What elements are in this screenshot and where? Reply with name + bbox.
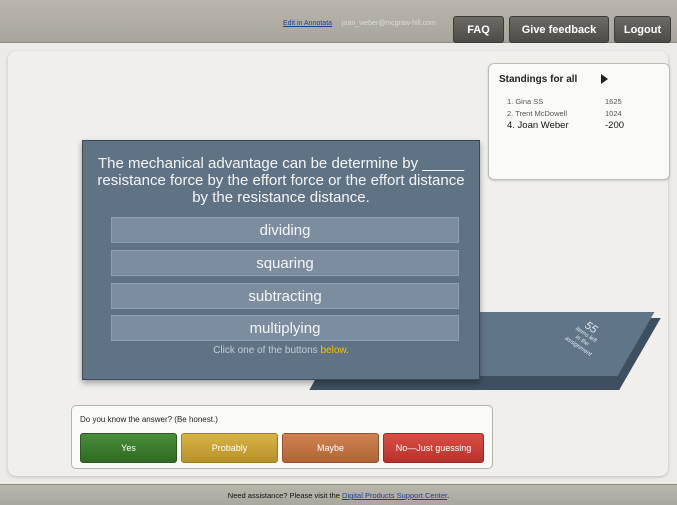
give-feedback-button[interactable]: Give feedback xyxy=(509,16,609,43)
answer-button-squaring[interactable]: squaring xyxy=(111,250,459,276)
standings-title: Standings for all xyxy=(499,74,578,85)
question-card: The mechanical advantage can be determin… xyxy=(82,140,480,380)
faq-button[interactable]: FAQ xyxy=(453,16,504,43)
instruction-text: Click one of the buttons below. xyxy=(83,345,479,356)
user-email: joan_weber@mcgraw-hill.com xyxy=(342,20,436,27)
footer-prefix: Need assistance? Please visit the xyxy=(227,491,343,500)
standings-name: 2. Trent McDowell xyxy=(507,109,568,118)
standings-score: 1625 xyxy=(605,97,622,106)
standings-name: 1. Gina SS xyxy=(507,97,544,106)
instruction-suffix: . xyxy=(346,345,349,356)
answer-button-dividing[interactable]: dividing xyxy=(111,217,459,243)
confidence-prompt: Do you know the answer? (Be honest.) xyxy=(80,415,218,424)
footer-text: Need assistance? Please visit the Digita… xyxy=(0,491,677,500)
top-bar: Edit in Annotata joan_weber@mcgraw-hill.… xyxy=(0,0,677,43)
logout-button[interactable]: Logout xyxy=(614,16,671,43)
yes-button[interactable]: Yes xyxy=(80,433,177,463)
question-text: The mechanical advantage can be determin… xyxy=(97,155,465,206)
footer-suffix: . xyxy=(447,491,450,500)
instruction-emphasis: below xyxy=(320,345,347,356)
support-center-link[interactable]: Digital Products Support Center xyxy=(342,491,447,500)
instruction-prefix: Click one of the buttons xyxy=(213,345,321,356)
maybe-button[interactable]: Maybe xyxy=(282,433,379,463)
answer-button-subtracting[interactable]: subtracting xyxy=(111,283,459,309)
expand-arrow-icon[interactable] xyxy=(601,74,608,84)
standings-name: 4. Joan Weber xyxy=(507,120,569,131)
standings-score: 1024 xyxy=(605,109,622,118)
confidence-panel: Do you know the answer? (Be honest.) Yes… xyxy=(71,405,493,469)
probably-button[interactable]: Probably xyxy=(181,433,278,463)
answer-button-multiplying[interactable]: multiplying xyxy=(111,315,459,341)
edit-in-annotata-link[interactable]: Edit in Annotata xyxy=(283,20,332,27)
footer: Need assistance? Please visit the Digita… xyxy=(0,484,677,505)
just-guessing-button[interactable]: No—Just guessing xyxy=(383,433,484,463)
standings-score: -200 xyxy=(605,120,625,131)
standings-panel: Standings for all 1. Gina SS 1625 2. Tre… xyxy=(488,63,670,180)
